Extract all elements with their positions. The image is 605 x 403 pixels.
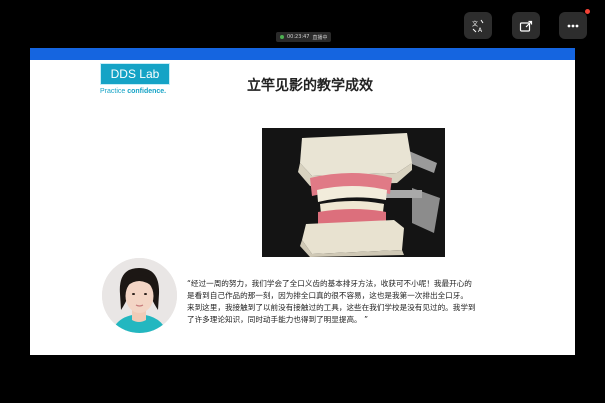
quote-line-4: 了许多理论知识，同时动手能力也得到了明显提高。 ”: [187, 315, 369, 324]
slide-top-bar: [30, 48, 575, 60]
quote-line-1: “经过一周的努力，我们学会了全口义齿的基本排牙方法，收获可不小呢！我最开心的: [187, 279, 472, 288]
translate-button[interactable]: 文 A: [464, 12, 492, 39]
tagline-regular: Practice: [100, 88, 128, 95]
slide-title: 立竿见影的教学成效: [247, 78, 373, 94]
quote-line-2: 是看到自己作品的那一刻，因为排全口真的很不容易，这也是我第一次排出全口牙。: [187, 291, 468, 300]
more-options-icon: [567, 24, 579, 27]
share-screen-button[interactable]: [512, 12, 540, 39]
quote-line-3: 来到这里，我接触到了以前没有接触过的工具，这些在我们学校是没有见过的。我学到: [187, 303, 476, 312]
translate-icon: 文 A: [472, 19, 484, 33]
student-photo: [102, 258, 177, 333]
notification-dot: [585, 9, 590, 14]
share-screen-icon: [519, 20, 533, 32]
logo-tagline: Practice confidence.: [100, 88, 166, 95]
student-testimonial: “经过一周的努力，我们学会了全口义齿的基本排牙方法，收获可不小呢！我最开心的 是…: [187, 278, 527, 326]
tagline-bold: confidence.: [127, 88, 167, 95]
meeting-top-bar: 00:23:47 直播中 文 A: [0, 0, 605, 48]
shared-slide: DDS Lab Practice confidence. 立竿见影的教学成效 “…: [30, 48, 575, 355]
denture-model-image: [262, 128, 445, 257]
logo-text: DDS Lab: [110, 67, 160, 81]
student-avatar: [102, 258, 177, 333]
recording-indicator: 00:23:47 直播中: [276, 32, 332, 42]
recording-time: 00:23:47: [287, 34, 310, 40]
denture-model-photo: [262, 128, 445, 257]
recording-status: 直播中: [312, 34, 328, 41]
svg-text:A: A: [478, 27, 483, 33]
recording-dot-icon: [280, 35, 284, 39]
more-options-button[interactable]: [559, 9, 590, 39]
dds-lab-logo: DDS Lab: [100, 63, 170, 85]
